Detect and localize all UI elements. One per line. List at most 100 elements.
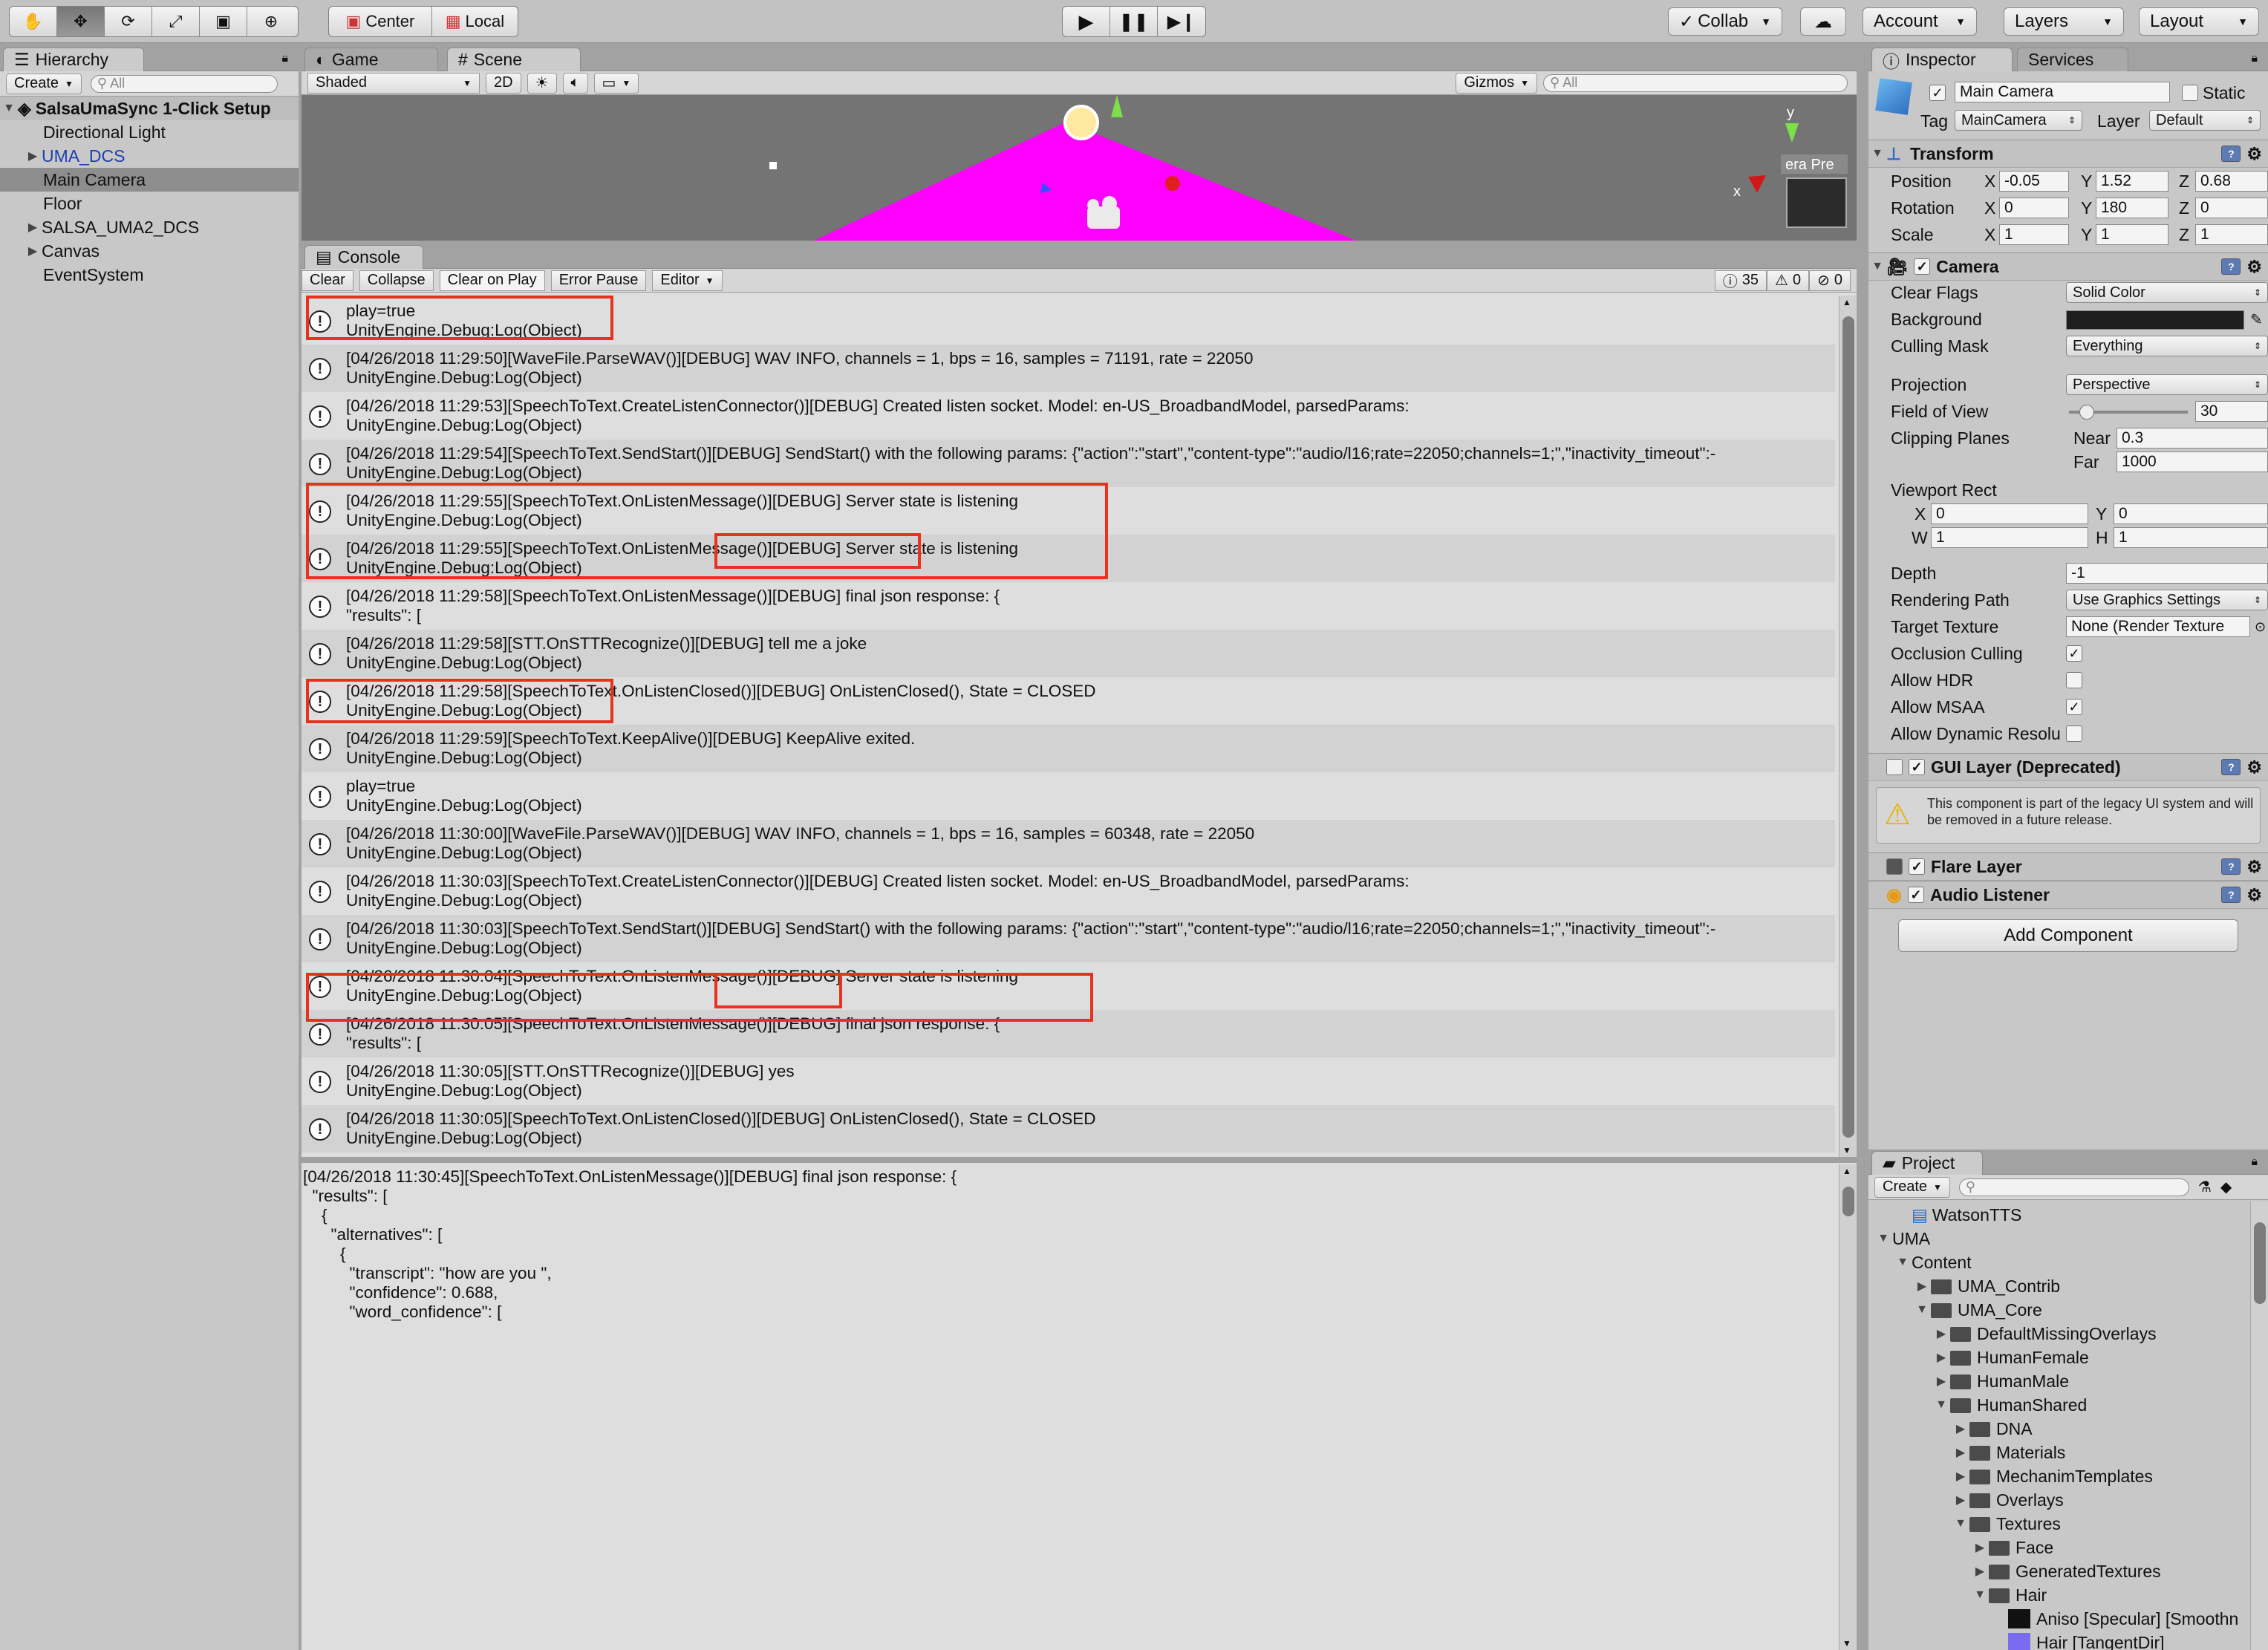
move-tool-icon[interactable]: ✥	[57, 7, 105, 36]
tab-inspector[interactable]: ⓘ Inspector	[1871, 48, 2013, 71]
clear-flags-dropdown[interactable]: Solid Color ⇕	[2066, 282, 2268, 303]
pivot-local-button[interactable]: ▦ Local	[432, 7, 518, 36]
console-splitter[interactable]	[302, 1157, 1857, 1163]
hierarchy-search-input[interactable]: ⚲ All	[90, 74, 278, 93]
gui-layer-checkbox[interactable]: ✓	[1909, 759, 1925, 775]
project-create-button[interactable]: Create ▼	[1874, 1176, 1950, 1198]
camera-enabled-checkbox[interactable]: ✓	[1914, 258, 1931, 275]
project-item[interactable]: ▼ Textures	[1868, 1512, 2250, 1536]
project-item[interactable]: ▼ Hair	[1868, 1583, 2250, 1607]
project-item[interactable]: ▼ UMA	[1868, 1227, 2250, 1250]
scale-tool-icon[interactable]: ⤢	[152, 7, 200, 36]
culling-mask-dropdown[interactable]: Everything ⇕	[2066, 336, 2268, 356]
background-color-swatch[interactable]	[2066, 310, 2244, 330]
position-y-field[interactable]: 1.52	[2096, 171, 2168, 192]
expand-arrow-icon[interactable]: ▶	[1952, 1469, 1969, 1484]
position-x-field[interactable]: -0.05	[1999, 171, 2069, 192]
hierarchy-item[interactable]: Directional Light	[0, 120, 299, 144]
target-texture-field[interactable]: None (Render Texture	[2066, 616, 2250, 637]
tab-project[interactable]: ▰ Project	[1871, 1151, 1983, 1175]
pause-button[interactable]: ❚❚	[1110, 7, 1158, 36]
project-item[interactable]: ▶ MechanimTemplates	[1868, 1464, 2250, 1488]
static-checkbox[interactable]	[2182, 85, 2198, 101]
layer-dropdown[interactable]: Default ⇕	[2149, 110, 2261, 131]
scale-z-field[interactable]: 1	[2195, 224, 2268, 245]
rendering-path-dropdown[interactable]: Use Graphics Settings ⇕	[2066, 590, 2268, 610]
console-scroll-thumb[interactable]	[1842, 316, 1854, 1138]
lock-icon[interactable]: 🔒︎	[2251, 1155, 2258, 1169]
gear-icon[interactable]: ⚙	[2246, 257, 2262, 277]
project-scrollbar[interactable]	[2250, 1201, 2268, 1650]
scene-search-input[interactable]: ⚲ All	[1543, 74, 1848, 92]
expand-arrow-icon[interactable]: ▼	[1913, 1303, 1931, 1317]
console-clear-button[interactable]: Clear	[302, 270, 353, 291]
scale-x-field[interactable]: 1	[1999, 224, 2069, 245]
help-icon[interactable]: ?	[2221, 258, 2241, 275]
rect-tool-icon[interactable]: ▣	[200, 7, 247, 36]
layers-dropdown[interactable]: Layers ▼	[2004, 7, 2124, 36]
flare-layer-checkbox[interactable]: ✓	[1909, 858, 1925, 875]
project-item[interactable]: Aniso [Specular] [Smoothn	[1868, 1607, 2250, 1631]
console-log-entry[interactable]: ! [04/26/2018 11:29:59][SpeechToText.Keep…	[302, 725, 1835, 772]
far-field[interactable]: 1000	[2117, 451, 2268, 472]
project-item[interactable]: ▶ UMA_Contrib	[1868, 1274, 2250, 1298]
vp-x-field[interactable]: 0	[1931, 503, 2088, 524]
projection-dropdown[interactable]: Perspective ⇕	[2066, 374, 2268, 395]
expand-arrow-icon[interactable]: ▼	[1874, 1232, 1892, 1245]
flare-layer-header[interactable]: ✓ Flare Layer ? ⚙	[1868, 852, 2268, 881]
vp-w-field[interactable]: 1	[1931, 527, 2088, 548]
project-item[interactable]: ▤ WatsonTTS	[1868, 1203, 2250, 1227]
console-log-entry[interactable]: ! [04/26/2018 11:29:54][SpeechToText.Send…	[302, 440, 1835, 487]
console-log-entry[interactable]: ! [04/26/2018 11:30:05][STT.OnSTTRecogniz…	[302, 1057, 1835, 1105]
effects-dropdown[interactable]: ▭ ▼	[593, 72, 639, 94]
camera-header[interactable]: ▼ 🎥︎ ✓ Camera ? ⚙	[1868, 252, 2268, 281]
tab-services[interactable]: Services	[2017, 48, 2128, 71]
hierarchy-item[interactable]: ▶ UMA_DCS	[0, 144, 299, 168]
gui-layer-header[interactable]: ✓ GUI Layer (Deprecated) ? ⚙	[1868, 753, 2268, 781]
hierarchy-create-button[interactable]: Create ▼	[6, 73, 82, 94]
expand-arrow-icon[interactable]: ▼	[1971, 1588, 1989, 1602]
expand-arrow-icon[interactable]: ▶	[1932, 1374, 1950, 1389]
console-scrollbar[interactable]: ▲ ▼	[1839, 296, 1857, 1157]
hierarchy-item[interactable]: ▶ Canvas	[0, 239, 299, 263]
help-icon[interactable]: ?	[2221, 858, 2241, 875]
audio-listener-checkbox[interactable]: ✓	[1907, 887, 1924, 903]
gear-icon[interactable]: ⚙	[2246, 757, 2262, 777]
msaa-checkbox[interactable]: ✓	[2066, 699, 2082, 715]
rotation-z-field[interactable]: 0	[2195, 198, 2268, 218]
transform-header[interactable]: ▼ ⊥ Transform ? ⚙	[1868, 140, 2268, 168]
project-item[interactable]: ▼ HumanShared	[1868, 1393, 2250, 1417]
project-item[interactable]: ▶ DefaultMissingOverlays	[1868, 1322, 2250, 1346]
expand-arrow-icon[interactable]: ▶	[1932, 1350, 1950, 1365]
tag-dropdown[interactable]: MainCamera ⇕	[1955, 110, 2082, 131]
project-scroll-thumb[interactable]	[2254, 1222, 2266, 1304]
active-checkbox[interactable]: ✓	[1929, 85, 1946, 101]
audio-toggle[interactable]: 🔈︎	[562, 72, 588, 94]
position-z-field[interactable]: 0.68	[2195, 171, 2268, 192]
collab-dropdown[interactable]: ✓ Collab ▼	[1668, 7, 1782, 36]
scroll-down-icon[interactable]: ▼	[1842, 1638, 1851, 1649]
console-log-entry[interactable]: ! [04/26/2018 11:30:05][SpeechToText.OnLi…	[302, 1105, 1835, 1152]
detail-scroll-thumb[interactable]	[1842, 1187, 1854, 1216]
rotate-tool-icon[interactable]: ⟳	[105, 7, 152, 36]
scale-y-field[interactable]: 1	[2096, 224, 2168, 245]
expand-arrow-icon[interactable]: ▶	[1971, 1564, 1989, 1579]
add-component-button[interactable]: Add Component	[1898, 919, 2238, 952]
foldout-arrow-icon[interactable]: ▼	[1868, 147, 1886, 160]
layout-dropdown[interactable]: Layout ▼	[2139, 7, 2259, 36]
lighting-toggle[interactable]: ☀	[527, 72, 557, 94]
object-picker-icon[interactable]: ⊙	[2255, 619, 2266, 635]
project-tree[interactable]: ▤ WatsonTTS ▼ UMA ▼ Content ▶ UMA_Contrib ▼ UMA_C…	[1868, 1201, 2250, 1650]
project-item[interactable]: ▶ HumanFemale	[1868, 1346, 2250, 1369]
console-log-entry[interactable]: ! [04/26/2018 11:29:58][STT.OnSTTRecogniz…	[302, 630, 1835, 677]
console-log-entry[interactable]: ! [04/26/2018 11:29:53][SpeechToText.Crea…	[302, 392, 1835, 440]
play-button[interactable]: ▶	[1063, 7, 1110, 36]
console-log-entry[interactable]: ! play=true UnityEngine.Debug:Log(Object)	[302, 772, 1835, 820]
filter-label-icon[interactable]: ◆	[2220, 1178, 2232, 1196]
detail-scrollbar[interactable]: ▲ ▼	[1839, 1164, 1857, 1650]
project-item[interactable]: ▼ UMA_Core	[1868, 1298, 2250, 1322]
project-item[interactable]: ▶ GeneratedTextures	[1868, 1559, 2250, 1583]
expand-arrow-icon[interactable]: ▶	[1913, 1279, 1931, 1294]
console-clear-on-play-toggle[interactable]: Clear on Play	[439, 270, 545, 291]
expand-arrow-icon[interactable]: ▶	[24, 220, 42, 235]
